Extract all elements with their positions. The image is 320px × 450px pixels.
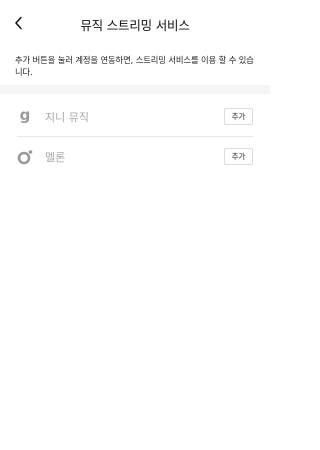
list-item-melon: 멜론 추가: [17, 136, 253, 176]
app-header: 뮤직 스트리밍 서비스: [0, 0, 270, 48]
section-divider: [0, 85, 270, 94]
genie-music-icon: g: [16, 108, 34, 126]
service-name: 멜론: [45, 150, 66, 164]
svg-text:g: g: [20, 108, 31, 124]
melon-icon: [16, 148, 34, 166]
add-genie-music-button[interactable]: 추가: [224, 108, 253, 125]
back-button[interactable]: [8, 13, 30, 35]
notice-text: 추가 버튼을 눌러 계정을 연동하면, 스트리밍 서비스를 이용 할 수 있습니…: [15, 55, 254, 77]
chevron-left-icon: [13, 15, 25, 34]
list-item-genie-music: g 지니 뮤직 추가: [17, 97, 253, 136]
page-title: 뮤직 스트리밍 서비스: [80, 17, 190, 33]
service-name: 지니 뮤직: [45, 110, 89, 124]
service-list: g 지니 뮤직 추가 멜론 추가: [0, 97, 270, 176]
add-melon-button[interactable]: 추가: [224, 148, 253, 165]
